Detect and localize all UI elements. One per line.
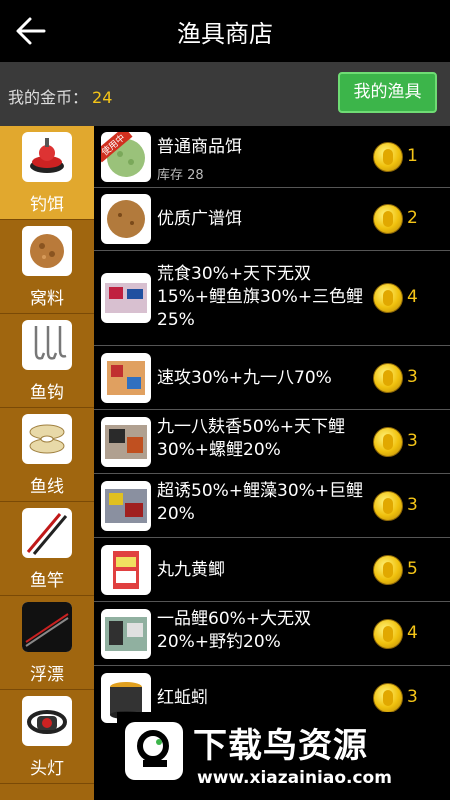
- product-price: 1: [407, 146, 418, 166]
- category-label: 窝料: [30, 289, 64, 309]
- category-label: 鱼线: [30, 477, 64, 497]
- product-name: 丸九黄鲫: [157, 560, 225, 580]
- product-image: [101, 609, 151, 659]
- coin-icon: [373, 427, 403, 457]
- page-title: 渔具商店: [177, 20, 273, 48]
- product-image: [101, 481, 151, 531]
- category-line[interactable]: 鱼线: [0, 408, 94, 502]
- product-price: 3: [407, 367, 418, 387]
- bait-icon: [22, 132, 72, 182]
- rod-icon: [22, 508, 72, 558]
- category-label: 鱼竿: [30, 571, 64, 591]
- product-price: 2: [407, 208, 418, 228]
- coin-icon: [373, 683, 403, 713]
- list-item[interactable]: 超诱50%+鲤藻30%+巨鲤20% 3: [94, 474, 450, 538]
- product-name: 速攻30%+九一八70%: [157, 368, 332, 388]
- category-hook[interactable]: 鱼钩: [0, 314, 94, 408]
- hook-icon: [22, 320, 72, 370]
- watermark-logo-icon: [125, 722, 183, 780]
- category-label: 头灯: [30, 759, 64, 779]
- category-bait[interactable]: 钓饵: [0, 126, 94, 220]
- product-name: 优质广谱饵: [157, 209, 242, 229]
- coin-icon: [373, 142, 403, 172]
- product-name: 超诱50%+鲤藻30%+巨鲤20%: [157, 481, 364, 524]
- list-item[interactable]: 荒食30%+天下无双15%+鲤鱼旗30%+三色鲤25% 4: [94, 251, 450, 346]
- product-image: [101, 545, 151, 595]
- category-sidebar: 钓饵 窝料 鱼钩 鱼线 鱼竿 浮漂 头灯: [0, 126, 94, 800]
- product-price: 3: [407, 431, 418, 451]
- list-item[interactable]: 速攻30%+九一八70% 3: [94, 346, 450, 410]
- product-price: 4: [407, 623, 418, 643]
- watermark-url: www.xiazainiao.com: [197, 768, 392, 788]
- category-headlamp[interactable]: 头灯: [0, 690, 94, 784]
- float-icon: [22, 602, 72, 652]
- coin-value: 24: [92, 88, 113, 107]
- watermark: 下载鸟资源 www.xiazainiao.com: [117, 712, 433, 800]
- product-price: 5: [407, 559, 418, 579]
- coin-balance: 我的金币： 24: [8, 84, 112, 108]
- product-price: 3: [407, 495, 418, 515]
- product-image: 使用中: [101, 132, 151, 182]
- product-price: 4: [407, 287, 418, 307]
- line-spool-icon: [22, 414, 72, 464]
- list-item[interactable]: 优质广谱饵 2: [94, 188, 450, 251]
- product-stock: 库存 28: [157, 168, 204, 183]
- coin-icon: [373, 283, 403, 313]
- category-float[interactable]: 浮漂: [0, 596, 94, 690]
- coin-label: 我的金币：: [8, 88, 89, 107]
- my-gear-button[interactable]: 我的渔具: [338, 72, 437, 113]
- product-name: 九一八麸香50%+天下鲤30%+螺鲤20%: [157, 417, 346, 460]
- headlamp-icon: [22, 696, 72, 746]
- groundbait-icon: [22, 226, 72, 276]
- category-rod[interactable]: 鱼竿: [0, 502, 94, 596]
- coin-icon: [373, 619, 403, 649]
- product-name: 红蚯蚓: [157, 688, 208, 708]
- product-name: 一品鲤60%+大无双20%+野钓20%: [157, 609, 312, 652]
- coin-icon: [373, 363, 403, 393]
- product-price: 3: [407, 687, 418, 707]
- category-label: 浮漂: [30, 665, 64, 685]
- list-item[interactable]: 一品鲤60%+大无双20%+野钓20% 4: [94, 602, 450, 666]
- product-image: [101, 194, 151, 244]
- product-name: 普通商品饵: [157, 137, 242, 157]
- watermark-text: 下载鸟资源: [193, 726, 368, 766]
- category-label: 鱼钩: [30, 383, 64, 403]
- list-item[interactable]: 九一八麸香50%+天下鲤30%+螺鲤20% 3: [94, 410, 450, 474]
- coin-icon: [373, 491, 403, 521]
- coin-icon: [373, 555, 403, 585]
- product-name: 荒食30%+天下无双15%+鲤鱼旗30%+三色鲤25%: [157, 264, 364, 330]
- product-image: [101, 273, 151, 323]
- list-item[interactable]: 使用中 普通商品饵 库存 28 1: [94, 126, 450, 188]
- product-image: [101, 417, 151, 467]
- product-list: 使用中 普通商品饵 库存 28 1 优质广谱饵 2 荒食30%+天下无双15%+…: [94, 126, 450, 800]
- coin-icon: [373, 204, 403, 234]
- top-bar: 渔具商店: [0, 0, 450, 62]
- category-label: 钓饵: [30, 195, 64, 215]
- category-groundbait[interactable]: 窝料: [0, 220, 94, 314]
- list-item[interactable]: 丸九黄鲫 5: [94, 538, 450, 602]
- product-image: [101, 353, 151, 403]
- coin-bar: 我的金币： 24 我的渔具: [0, 62, 450, 126]
